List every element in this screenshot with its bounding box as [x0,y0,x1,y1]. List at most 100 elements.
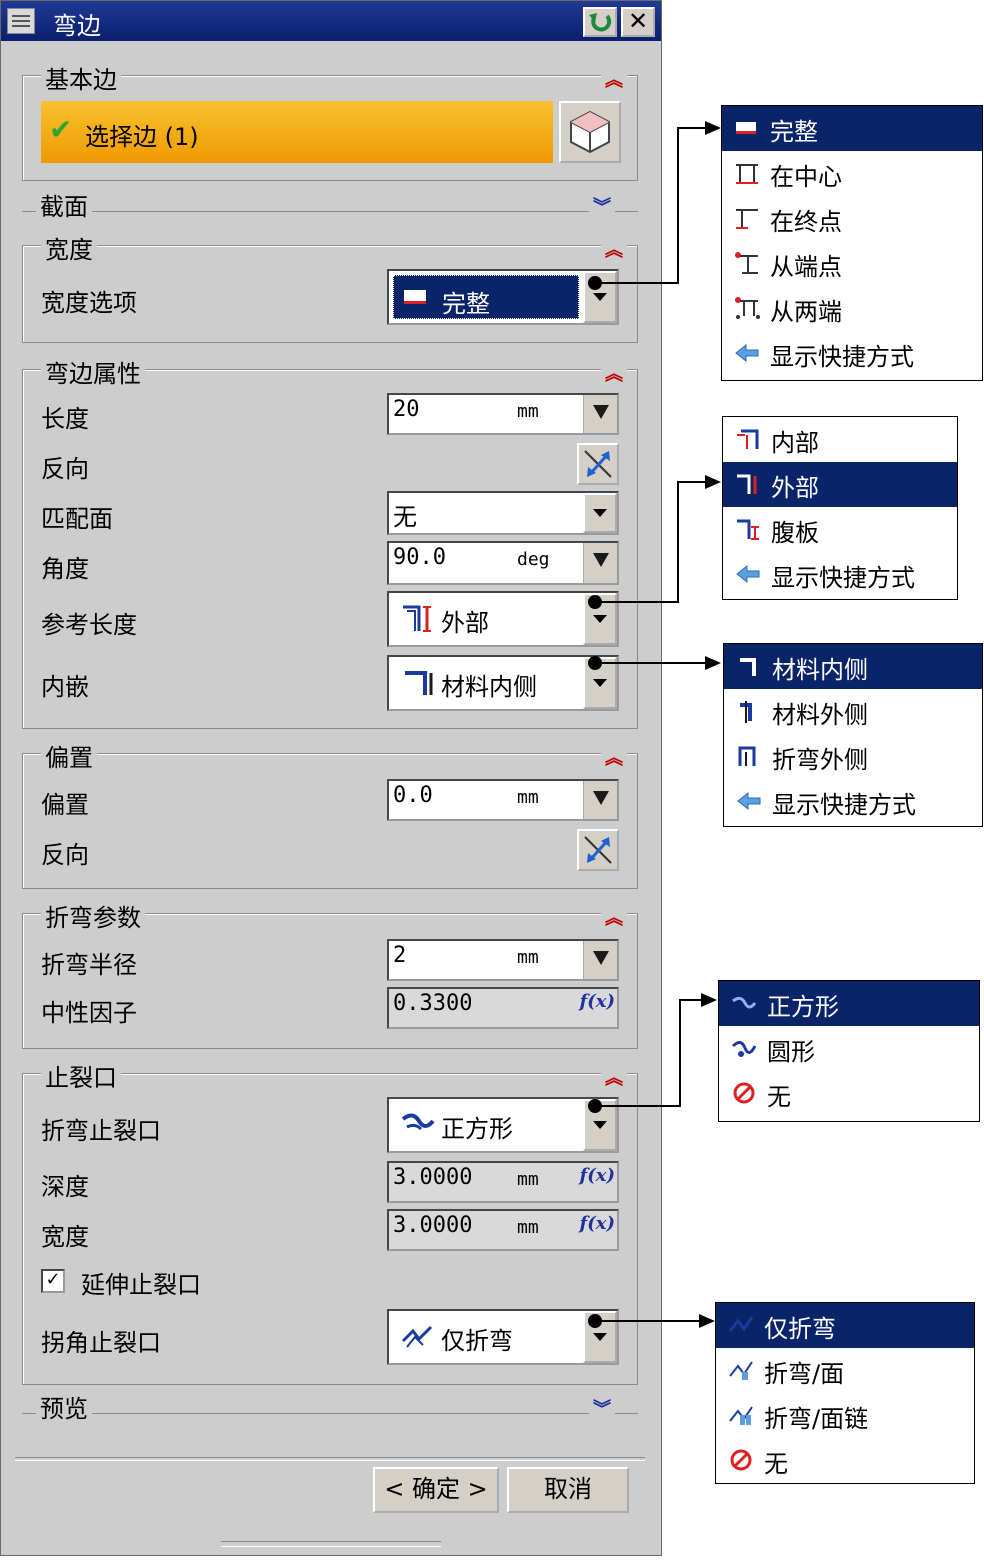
select-edge-field[interactable]: ✔ 选择边 (1) [41,101,553,163]
group-title: 止裂口 [41,1058,121,1093]
bend-outside-icon [738,746,756,766]
formula-icon[interactable]: f(x) [579,991,615,1012]
value-menu-icon[interactable] [583,395,617,433]
dropdown-arrow-icon[interactable] [583,493,617,533]
popup-item[interactable]: 正方形 [719,981,979,1026]
extend-relief-checkbox[interactable]: ✓ [41,1269,65,1293]
reset-button[interactable] [583,7,617,37]
depth-unit: mm [517,1169,539,1190]
match-face-dropdown[interactable]: 无 [387,491,619,535]
corner-relief-label: 拐角止裂口 [41,1329,161,1357]
reverse-direction-button[interactable] [577,443,619,485]
formula-icon[interactable]: f(x) [579,1165,615,1186]
popup-item[interactable]: 从两端 [722,286,982,331]
popup-item-label: 内部 [771,429,819,457]
collapse-icon[interactable]: ︽ [601,904,627,930]
popup-item[interactable]: 在中心 [722,151,982,196]
bend-relief-dropdown[interactable]: 正方形 [387,1097,619,1153]
value-menu-icon[interactable] [583,781,617,819]
depth-label: 深度 [41,1173,89,1201]
title-bar: 弯边 ✕ [1,1,661,41]
ref-length-dropdown[interactable]: 外部 [387,591,619,647]
at-center-icon [736,164,758,184]
width-option-selected: 完整 [393,275,579,319]
popup-item[interactable]: 无 [716,1438,974,1483]
from-both-ends-icon [735,297,760,319]
popup-item[interactable]: 无 [719,1071,979,1116]
inset-dropdown[interactable]: 材料内侧 [387,655,619,711]
popup-item[interactable]: 圆形 [719,1026,979,1071]
popup-item[interactable]: 折弯/面链 [716,1393,974,1438]
popup-item[interactable]: 折弯外侧 [724,734,982,779]
collapse-icon[interactable]: ︽ [601,1064,627,1090]
corner-relief-options-popup: 仅折弯 折弯/面 折弯/面链 无 [715,1302,975,1484]
expand-icon[interactable]: ︾ [589,193,615,219]
value-menu-icon[interactable] [583,543,617,583]
ref-length-options-popup: 内部 外部 腹板 显示快捷方式 [722,416,958,600]
formula-icon[interactable]: f(x) [579,1213,615,1234]
popup-item[interactable]: 显示快捷方式 [724,779,982,824]
connector-arrow [705,121,721,135]
popup-item-label: 完整 [770,118,818,146]
collapse-icon[interactable]: ︽ [601,360,627,386]
bend-relief-options-popup: 正方形 圆形 无 [718,980,980,1122]
popup-item-label: 从两端 [770,298,842,326]
neutral-factor-input[interactable]: 0.3300 f(x) [387,987,619,1029]
depth-input[interactable]: 3.0000 mm f(x) [387,1161,619,1203]
popup-item[interactable]: 显示快捷方式 [722,331,982,376]
bend-radius-input[interactable]: 2 mm [387,939,619,981]
angle-input[interactable]: 90.0 deg [387,541,619,585]
bend-only-icon [401,1325,433,1348]
inner-ref-icon [737,429,759,449]
popup-item[interactable]: 仅折弯 [716,1303,974,1348]
popup-item-label: 材料外侧 [772,701,868,729]
connector-line [595,1320,701,1322]
ref-length-label: 参考长度 [41,611,137,639]
close-icon: ✕ [627,7,649,35]
resize-grip[interactable] [221,1541,441,1547]
reverse-direction-icon [584,836,612,864]
offset-value: 0.0 [393,783,433,808]
collapse-icon[interactable]: ︽ [601,744,627,770]
popup-item[interactable]: 腹板 [723,507,957,552]
angle-label: 角度 [41,555,89,583]
material-inside-icon [405,671,433,695]
relief-width-input[interactable]: 3.0000 mm f(x) [387,1209,619,1251]
value-menu-icon[interactable] [583,941,617,979]
collapse-icon[interactable]: ︽ [601,236,627,262]
width-option-dropdown[interactable]: 完整 [387,269,619,325]
angle-unit: deg [517,549,550,570]
collapse-icon[interactable]: ︽ [601,66,627,92]
offset-input[interactable]: 0.0 mm [387,779,619,821]
popup-item-label: 外部 [771,474,819,502]
offset-unit: mm [517,787,539,808]
popup-item-label: 显示快捷方式 [771,564,915,592]
popup-item[interactable]: 折弯/面 [716,1348,974,1393]
corner-relief-dropdown[interactable]: 仅折弯 [387,1309,619,1365]
popup-item[interactable]: 从端点 [722,241,982,286]
ok-button[interactable]: < 确定 > [373,1467,499,1513]
popup-item-label: 正方形 [767,993,839,1021]
select-edge-button[interactable] [559,101,621,163]
relief-width-value: 3.0000 [393,1213,473,1238]
square-relief-icon [732,996,757,1009]
popup-item[interactable]: 显示快捷方式 [723,552,957,597]
popup-item[interactable]: 材料内侧 [724,644,982,689]
popup-item[interactable]: 完整 [722,106,982,151]
connector-line [677,127,679,284]
offset-reverse-button[interactable] [577,829,619,871]
menu-icon[interactable] [7,8,35,34]
close-button[interactable]: ✕ [621,7,655,37]
cancel-button[interactable]: 取消 [507,1467,629,1513]
group-section[interactable] [22,211,638,212]
expand-icon[interactable]: ︾ [589,1395,615,1421]
depth-value: 3.0000 [393,1165,473,1190]
popup-item[interactable]: 材料外侧 [724,689,982,734]
angle-value: 90.0 [393,545,446,570]
length-input[interactable]: 20 mm [387,393,619,435]
relief-width-unit: mm [517,1217,539,1238]
popup-item[interactable]: 在终点 [722,196,982,241]
popup-item[interactable]: 外部 [723,462,957,507]
popup-item[interactable]: 内部 [723,417,957,462]
group-preview[interactable] [22,1413,638,1414]
